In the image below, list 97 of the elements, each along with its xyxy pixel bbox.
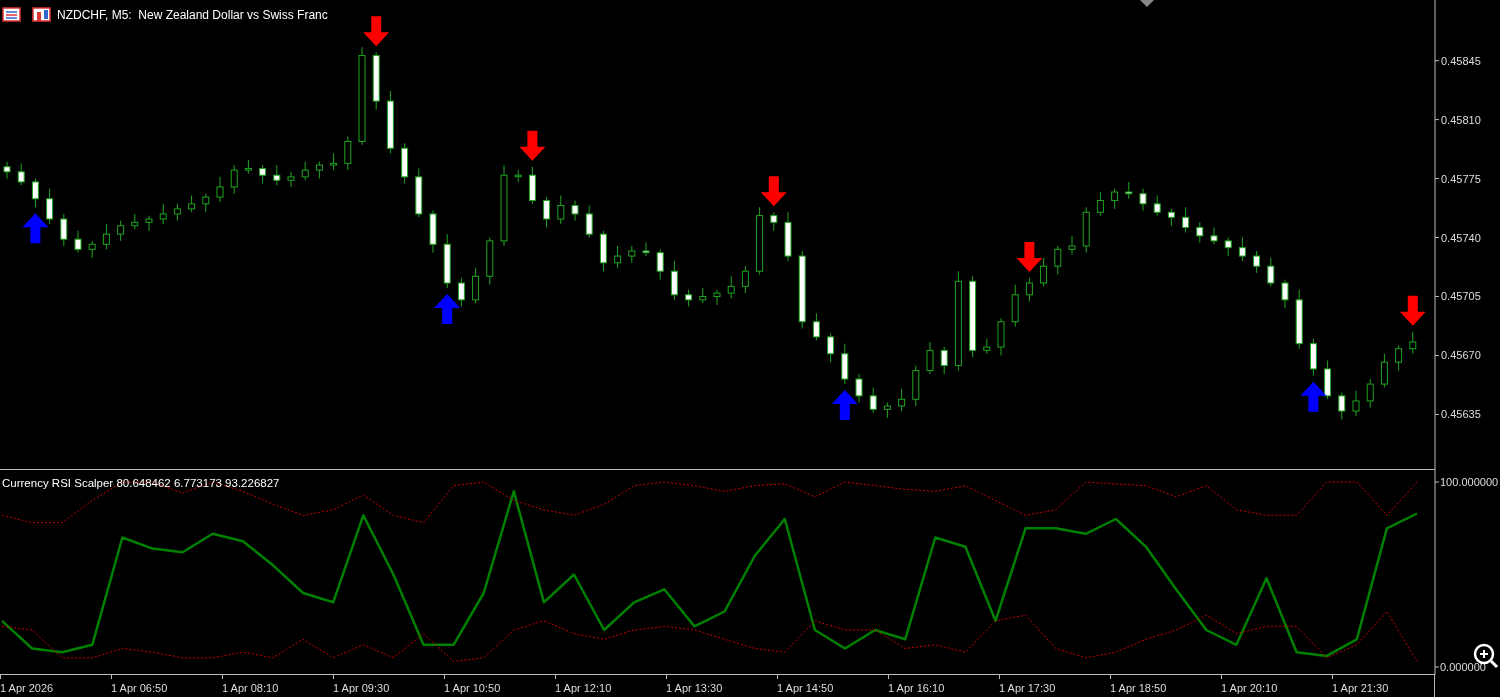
candlestick (543, 196, 551, 228)
candlestick (713, 289, 721, 306)
candlestick (1096, 191, 1104, 217)
time-label: 1 Apr 09:30 (333, 681, 391, 694)
price-label: 0.45705 (1441, 290, 1481, 303)
time-label: 1 Apr 12:10 (555, 681, 613, 694)
price-label: 0.45775 (1441, 172, 1481, 185)
candlestick (287, 171, 295, 188)
arrow-up-icon (831, 390, 858, 421)
candlestick (60, 213, 68, 247)
arrow-up-icon (22, 213, 49, 244)
candlestick (585, 205, 593, 239)
time-label: 1 Apr 10:50 (444, 681, 502, 694)
arrow-down-icon (363, 16, 390, 47)
candlestick (1366, 378, 1374, 409)
candlestick (614, 245, 622, 269)
candlestick (727, 275, 735, 299)
candlestick (1025, 277, 1033, 303)
arrow-up-icon (434, 294, 461, 325)
candlestick (898, 388, 906, 412)
time-label: 1 Apr 21:30 (1332, 681, 1390, 694)
candlestick (827, 333, 835, 363)
candlestick (1352, 390, 1360, 417)
candlestick (1395, 344, 1403, 372)
price-label: 0.45740 (1441, 231, 1481, 244)
time-label: 1 Apr 14:50 (777, 681, 835, 694)
time-label: 1 Apr 18:50 (1110, 681, 1168, 694)
candlestick (145, 215, 153, 232)
candlestick (102, 223, 110, 250)
candlestick (1253, 250, 1261, 274)
indicator-title: Currency RSI Scalper 80.648462 6.773173 93.226827 (2, 477, 280, 489)
candlestick (812, 312, 820, 341)
candlestick (159, 203, 167, 225)
candlestick (940, 346, 948, 375)
indicator-scale-label: 0.000000 (1440, 661, 1486, 674)
candlestick (1054, 245, 1062, 276)
candlestick (259, 164, 267, 185)
candlestick (670, 260, 678, 301)
chart-window-icon[interactable] (32, 7, 51, 22)
price-label: 0.45845 (1441, 54, 1481, 67)
candlestick (642, 242, 650, 257)
candlestick (1139, 188, 1147, 212)
candlestick (472, 267, 480, 304)
candlestick (1068, 235, 1076, 255)
candlestick (869, 386, 877, 414)
candlestick (117, 220, 125, 242)
candlestick (1409, 331, 1417, 355)
arrow-down-icon (1016, 241, 1043, 272)
time-label: 1 Apr 2026 (0, 681, 55, 694)
candlestick (1210, 226, 1218, 245)
candlestick (1380, 353, 1388, 388)
candlestick (3, 161, 11, 180)
candlestick (926, 341, 934, 375)
candlestick (344, 135, 352, 171)
time-label: 1 Apr 06:50 (111, 681, 169, 694)
indicator-scale-label: 100.000000 (1440, 476, 1499, 489)
time-label: 1 Apr 08:10 (222, 681, 280, 694)
time-label: 1 Apr 20:10 (1221, 681, 1279, 694)
symbol-title: NZDCHF, M5: New Zealand Dollar vs Swiss Franc (57, 8, 328, 22)
candlestick (46, 188, 54, 225)
time-label: 1 Apr 17:30 (999, 681, 1057, 694)
candlestick (1196, 221, 1204, 244)
arrow-down-icon (1399, 295, 1426, 326)
candlestick (31, 178, 39, 208)
candlestick (1182, 206, 1190, 233)
candlestick (17, 162, 25, 186)
candlestick (301, 161, 309, 181)
candlestick (1224, 237, 1232, 257)
arrow-up-icon (1300, 381, 1327, 412)
candlestick (1281, 279, 1289, 309)
candlestick (1040, 257, 1048, 287)
candlestick (770, 211, 778, 232)
time-label: 1 Apr 13:30 (666, 681, 724, 694)
candlestick (656, 248, 664, 281)
candlestick (1267, 257, 1275, 287)
time-label: 1 Apr 16:10 (888, 681, 946, 694)
candlestick (74, 230, 82, 254)
candlestick (216, 176, 224, 203)
candlestick (557, 194, 565, 225)
price-label: 0.45670 (1441, 349, 1481, 362)
table-icon[interactable] (2, 7, 21, 22)
candlestick (202, 193, 210, 213)
candlestick (457, 277, 465, 308)
candlestick (1338, 392, 1346, 420)
price-label: 0.45810 (1441, 113, 1481, 126)
candlestick (1238, 237, 1246, 262)
candlestick (230, 164, 238, 195)
shift-marker-icon[interactable] (1140, 0, 1154, 7)
candlestick (273, 164, 281, 186)
arrow-down-icon (760, 176, 787, 207)
candlestick (571, 199, 579, 222)
candlestick (855, 373, 863, 404)
price-label: 0.45635 (1441, 408, 1481, 421)
candlestick (1153, 194, 1161, 217)
candlestick (1111, 188, 1119, 210)
arrow-down-icon (519, 130, 546, 161)
candlestick (741, 265, 749, 294)
